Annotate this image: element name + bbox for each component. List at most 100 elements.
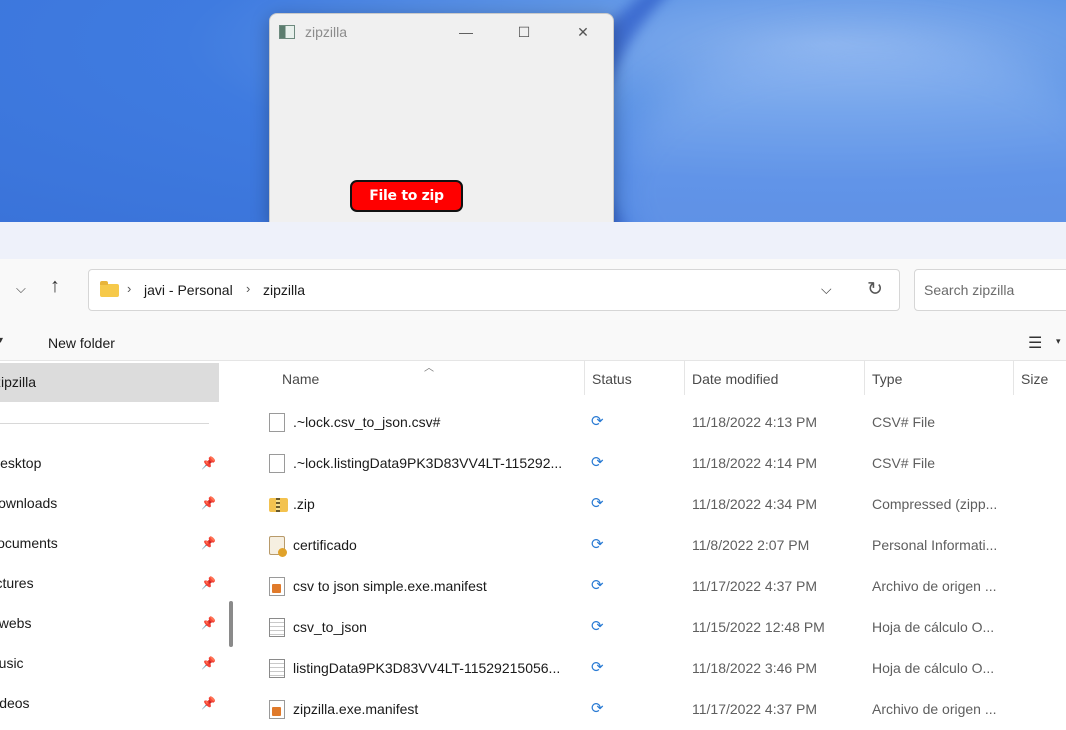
sidebar-item-videos[interactable]: Videos xyxy=(0,695,30,711)
file-type: Archivo de origen ... xyxy=(872,701,997,717)
doc-icon xyxy=(269,454,285,473)
file-name: zipzilla.exe.manifest xyxy=(293,701,419,717)
file-type: CSV# File xyxy=(872,414,936,430)
close-button[interactable]: ✕ xyxy=(563,20,603,44)
app-window-icon xyxy=(279,25,295,39)
maximize-button[interactable]: ☐ xyxy=(504,20,544,44)
new-folder-button[interactable]: New folder xyxy=(48,335,115,351)
column-separator[interactable] xyxy=(1013,361,1014,395)
breadcrumb-item[interactable]: javi - Personal xyxy=(144,282,233,298)
app-title: zipzilla xyxy=(305,24,348,40)
sync-status-icon: ⟳ xyxy=(591,495,604,512)
file-row[interactable]: .zip ⟳ 11/18/2022 4:34 PM Compressed (zipp.… xyxy=(240,484,1066,525)
file-name: .~lock.listingData9PK3D83VV4LT-115292... xyxy=(293,455,563,471)
column-separator[interactable] xyxy=(584,361,585,395)
sidebar-item-downloads[interactable]: Downloads xyxy=(0,495,57,511)
breadcrumb-separator-icon[interactable]: › xyxy=(127,281,131,296)
file-to-zip-button[interactable]: File to zip xyxy=(350,180,463,212)
file-row[interactable]: csv_to_json ⟳ 11/15/2022 12:48 PM Hoja de c… xyxy=(240,607,1066,648)
file-type: Hoja de cálculo O... xyxy=(872,660,995,676)
desktop-background: zipzilla — ☐ ✕ File to zip xyxy=(0,0,1066,222)
manifest-icon xyxy=(269,577,285,596)
column-separator[interactable] xyxy=(684,361,685,395)
file-row[interactable]: zipzilla.exe.manifest ⟳ 11/17/2022 4:37 PM… xyxy=(240,689,1066,730)
refresh-icon[interactable]: ↻ xyxy=(867,278,883,301)
address-dropdown-chevron-icon[interactable]: ⌵ xyxy=(821,281,832,298)
file-type: Archivo de origen ... xyxy=(872,578,997,594)
file-type: Hoja de cálculo O... xyxy=(872,619,995,635)
file-name: certificado xyxy=(293,537,357,553)
file-name: .zip xyxy=(293,496,315,512)
sidebar-divider xyxy=(0,423,209,424)
file-explorer-window: ⌵ ↑ › javi - Personal › zipzilla ⌵ ↻ Sea… xyxy=(0,222,1066,719)
pin-icon[interactable]: 📌 xyxy=(201,576,216,590)
pin-icon[interactable]: 📌 xyxy=(201,496,216,510)
file-date-modified: 11/17/2022 4:37 PM xyxy=(692,701,818,717)
folder-icon xyxy=(100,281,119,297)
view-dropdown-caret-icon[interactable]: ▾ xyxy=(1056,336,1061,347)
navigation-pane: zipzilla Desktop 📌 Downloads 📌 Documents… xyxy=(0,361,240,714)
column-header-name[interactable]: Name xyxy=(282,371,319,387)
file-row[interactable]: listingData9PK3D83VV4LT-11529215056... ⟳ 1… xyxy=(240,648,1066,689)
file-date-modified: 11/8/2022 2:07 PM xyxy=(692,537,810,553)
sidebar-scrollbar[interactable] xyxy=(229,601,233,647)
sort-ascending-icon: ︿ xyxy=(424,363,434,374)
explorer-tab-strip xyxy=(0,222,1066,259)
command-bar: ▾ New folder ☰ ▾ xyxy=(0,323,1066,361)
file-date-modified: 11/18/2022 4:34 PM xyxy=(692,496,818,512)
file-name: csv to json simple.exe.manifest xyxy=(293,578,487,594)
pin-icon[interactable]: 📌 xyxy=(201,656,216,670)
file-row[interactable]: csv to json simple.exe.manifest ⟳ 11/17/20… xyxy=(240,566,1066,607)
recent-locations-chevron-icon[interactable]: ⌵ xyxy=(16,281,26,297)
app-titlebar[interactable]: zipzilla — ☐ ✕ xyxy=(270,14,613,50)
sync-status-icon: ⟳ xyxy=(591,659,604,676)
doc-icon xyxy=(269,413,285,432)
pin-icon[interactable]: 📌 xyxy=(201,696,216,710)
breadcrumb-item[interactable]: zipzilla xyxy=(263,282,305,298)
spreadsheet-icon xyxy=(269,659,285,678)
column-header-size[interactable]: Size xyxy=(1021,371,1048,387)
file-list: ︿ Name Status Date modified Type Size .~… xyxy=(240,361,1066,719)
sidebar-item-documents[interactable]: Documents xyxy=(0,535,58,551)
certificate-icon xyxy=(269,536,287,557)
address-row: ⌵ ↑ › javi - Personal › zipzilla ⌵ ↻ Sea… xyxy=(0,259,1066,323)
file-name: listingData9PK3D83VV4LT-11529215056... xyxy=(293,660,561,676)
sidebar-item-desktop[interactable]: Desktop xyxy=(0,455,41,471)
zipzilla-window[interactable]: zipzilla — ☐ ✕ File to zip xyxy=(269,13,614,222)
spreadsheet-icon xyxy=(269,618,285,637)
sync-status-icon: ⟳ xyxy=(591,454,604,471)
file-type: Personal Informati... xyxy=(872,537,998,553)
pin-icon[interactable]: 📌 xyxy=(201,616,216,630)
new-dropdown-caret-icon[interactable]: ▾ xyxy=(0,335,3,346)
file-type: Compressed (zipp... xyxy=(872,496,998,512)
sync-status-icon: ⟳ xyxy=(591,700,604,717)
sidebar-item-qwebs[interactable]: qwebs xyxy=(0,615,31,631)
view-options-icon[interactable]: ☰ xyxy=(1028,333,1042,353)
file-date-modified: 11/17/2022 4:37 PM xyxy=(692,578,818,594)
sync-status-icon: ⟳ xyxy=(591,577,604,594)
address-bar[interactable]: › javi - Personal › zipzilla ⌵ ↻ xyxy=(88,269,900,311)
sync-status-icon: ⟳ xyxy=(591,618,604,635)
column-header-type[interactable]: Type xyxy=(872,371,902,387)
pin-icon[interactable]: 📌 xyxy=(201,536,216,550)
sync-status-icon: ⟳ xyxy=(591,413,604,430)
manifest-icon xyxy=(269,700,285,719)
breadcrumb-separator-icon[interactable]: › xyxy=(246,281,250,296)
sidebar-item-pictures[interactable]: Pictures xyxy=(0,575,34,591)
file-type: CSV# File xyxy=(872,455,936,471)
file-row[interactable]: .~lock.csv_to_json.csv# ⟳ 11/18/2022 4:13 … xyxy=(240,402,1066,443)
file-row[interactable]: certificado ⟳ 11/8/2022 2:07 PM Personal In… xyxy=(240,525,1066,566)
up-arrow-icon[interactable]: ↑ xyxy=(50,275,60,298)
column-header-date-modified[interactable]: Date modified xyxy=(692,371,778,387)
zip-folder-icon xyxy=(269,498,288,512)
file-row[interactable]: .~lock.listingData9PK3D83VV4LT-115292...… xyxy=(240,443,1066,484)
column-header-status[interactable]: Status xyxy=(592,371,632,387)
file-date-modified: 11/18/2022 4:13 PM xyxy=(692,414,818,430)
sidebar-item-music[interactable]: Music xyxy=(0,655,24,671)
pin-icon[interactable]: 📌 xyxy=(201,456,216,470)
sidebar-item-label[interactable]: zipzilla xyxy=(0,374,36,390)
search-input[interactable]: Search zipzilla xyxy=(914,269,1066,311)
minimize-button[interactable]: — xyxy=(446,20,486,44)
column-separator[interactable] xyxy=(864,361,865,395)
file-date-modified: 11/18/2022 4:14 PM xyxy=(692,455,818,471)
